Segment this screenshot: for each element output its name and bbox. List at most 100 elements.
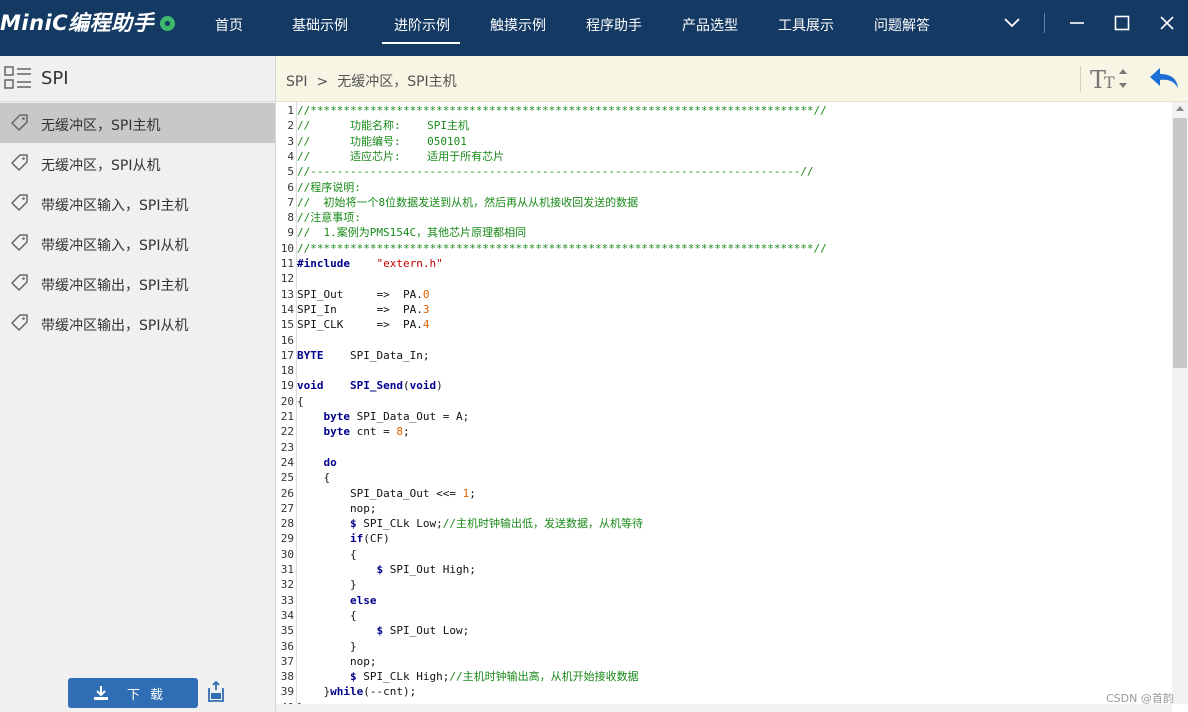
tag-icon	[11, 234, 29, 257]
nav-advanced-examples[interactable]: 进阶示例	[394, 15, 450, 35]
code-token: while	[330, 685, 364, 699]
back-arrow-icon[interactable]	[1148, 65, 1180, 96]
content-header: SPI > 无缓冲区，SPI主机 T T	[276, 56, 1188, 102]
nav-tool-showcase[interactable]: 工具展示	[778, 15, 834, 35]
tag-icon	[11, 194, 29, 217]
scroll-up-arrow-icon[interactable]	[1176, 106, 1184, 111]
code-token: SPI_Data_Out <<=	[297, 486, 463, 500]
code-token: void	[409, 379, 437, 393]
watermark: CSDN @首韵	[1106, 692, 1174, 705]
line-number: 23	[280, 440, 294, 454]
line-number: 7	[287, 195, 294, 209]
code-token: SPI_Out Low;	[383, 624, 470, 638]
code-text: {	[297, 547, 357, 562]
download-button[interactable]: 下载	[68, 678, 198, 708]
sidebar-item[interactable]: 带缓冲区输入，SPI主机	[0, 183, 275, 223]
code-text: //程序说明:	[297, 180, 361, 195]
line-number: 34	[280, 608, 294, 622]
code-token: cnt =	[350, 425, 397, 439]
nav-home[interactable]: 首页	[215, 15, 243, 35]
line-number: 38	[280, 670, 294, 684]
nav-touch-examples[interactable]: 触摸示例	[490, 15, 546, 35]
code-token: $	[349, 670, 357, 684]
line-number: 6	[287, 180, 294, 194]
tag-icon	[11, 114, 29, 137]
upload-to-chip-icon[interactable]	[206, 680, 226, 708]
minimize-icon[interactable]	[1064, 10, 1090, 36]
code-token: SPI_CLK => PA.	[297, 318, 423, 332]
code-text: $ SPI_CLk Low;//主机时钟输出低，发送数据，从机等待	[297, 516, 643, 531]
code-token: SPI_Send	[350, 379, 403, 393]
code-token: 4	[422, 318, 430, 332]
code-text: // 初始将一个8位数据发送到从机，然后再从从机接收回发送的数据	[297, 195, 638, 210]
nav-product-selection[interactable]: 产品选型	[682, 15, 738, 35]
line-number: 26	[280, 486, 294, 500]
sidebar-header: SPI	[0, 56, 276, 102]
line-number: 10	[280, 241, 294, 255]
line-number: 18	[280, 364, 294, 378]
line-number: 37	[280, 654, 294, 668]
code-token: byte	[323, 410, 351, 423]
line-number: 25	[280, 471, 294, 485]
code-token: SPI_Out => PA.	[297, 287, 423, 301]
app-title: MiniC编程助手	[0, 11, 155, 35]
horizontal-scrollbar[interactable]	[276, 704, 1172, 712]
sidebar-item[interactable]: 带缓冲区输出，SPI从机	[0, 303, 275, 343]
maximize-icon[interactable]	[1109, 10, 1135, 36]
nav-program-assistant[interactable]: 程序助手	[586, 15, 642, 35]
code-token: "extern.h"	[376, 257, 443, 270]
header-divider	[1080, 66, 1081, 92]
nav-basic-examples[interactable]: 基础示例	[292, 15, 348, 35]
code-text: // 适应芯片: 适用于所有芯片	[297, 149, 504, 164]
line-number: 13	[280, 287, 294, 301]
sidebar: SPI 无缓冲区，SPI主机 无缓冲区，SPI从机 带缓冲区输入，SPI主机 带缓冲区…	[0, 56, 276, 712]
vertical-scrollbar[interactable]	[1172, 102, 1188, 704]
title-bar: MiniC编程助手 首页 基础示例 进阶示例 触摸示例 程序助手 产品选型 工具…	[0, 0, 1188, 56]
code-token: }	[297, 639, 357, 653]
close-icon[interactable]	[1154, 10, 1180, 36]
code-token: //主机时钟输出高，从机开始接收数据	[449, 670, 639, 684]
code-text: #include "extern.h"	[297, 256, 443, 271]
code-token: }	[297, 685, 331, 699]
scrollbar-thumb[interactable]	[1173, 118, 1187, 368]
code-text: // 功能编号: 050101	[297, 134, 467, 149]
breadcrumb-section[interactable]: SPI	[286, 74, 307, 90]
list-menu-icon[interactable]	[4, 66, 32, 97]
code-text: SPI_Out => PA.0	[297, 287, 429, 302]
code-token: nop;	[297, 501, 377, 515]
code-text: BYTE SPI_Data_In;	[297, 348, 429, 363]
line-number: 28	[280, 517, 294, 531]
sidebar-item[interactable]: 带缓冲区输出，SPI主机	[0, 263, 275, 303]
code-token: 0	[422, 287, 430, 301]
line-number: 29	[280, 532, 294, 546]
tag-icon	[11, 314, 29, 337]
sidebar-item-label: 带缓冲区输出，SPI从机	[41, 318, 189, 334]
code-text: byte SPI_Data_Out = A;	[297, 409, 470, 424]
nav-faq[interactable]: 问题解答	[874, 15, 930, 35]
code-text: }	[297, 639, 357, 654]
line-number: 16	[280, 333, 294, 347]
svg-text:T: T	[1104, 73, 1115, 92]
font-size-icon[interactable]: T T	[1089, 64, 1133, 99]
code-text: $ SPI_Out High;	[297, 562, 475, 577]
line-number: 24	[280, 455, 294, 469]
line-number: 31	[280, 563, 294, 576]
sidebar-item[interactable]: 无缓冲区，SPI从机	[0, 143, 275, 183]
code-token: ;	[469, 486, 476, 500]
code-token: (CF)	[363, 532, 390, 546]
code-text: nop;	[297, 654, 377, 669]
tag-icon	[11, 274, 29, 297]
code-token: // 功能名称: SPI主机	[297, 119, 469, 133]
sidebar-item[interactable]: 无缓冲区，SPI主机	[0, 103, 275, 143]
sidebar-item[interactable]: 带缓冲区输入，SPI从机	[0, 223, 275, 263]
chevron-down-icon[interactable]	[999, 10, 1025, 36]
code-text: }	[297, 577, 357, 592]
code-token: BYTE	[297, 348, 324, 362]
code-token: }	[297, 578, 357, 592]
code-editor[interactable]: 1//*************************************…	[276, 102, 1172, 704]
line-number: 20	[280, 394, 294, 408]
code-token: // 初始将一个8位数据发送到从机，然后再从从机接收回发送的数据	[297, 195, 639, 209]
